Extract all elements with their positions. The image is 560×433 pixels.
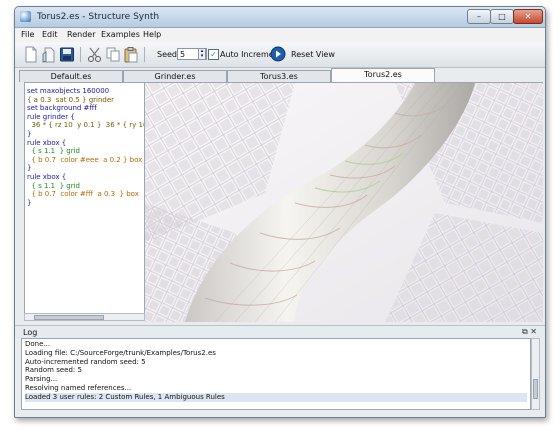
log-line: Random seed: 5 [25, 366, 82, 375]
code-line: set background #fff [27, 104, 97, 113]
new-file-icon[interactable] [23, 46, 39, 63]
menu-examples[interactable]: Examples [101, 30, 140, 39]
menu-edit[interactable]: Edit [42, 30, 58, 39]
close-button[interactable]: ✕ [513, 9, 543, 24]
file-tabs: Default.es Grinder.es Torus3.es Torus2.e… [19, 68, 543, 82]
code-line: { b 0.7 color #fff a 0.3 } box [27, 190, 139, 199]
menu-file[interactable]: File [21, 30, 34, 39]
app-window: Torus2.es - Structure Synth – □ ✕ File E… [14, 6, 546, 418]
copy-icon[interactable] [105, 46, 121, 63]
toolbar: Seed: 5 ▴ ▾ ✓ Auto Increment Reset View [15, 42, 545, 68]
log-vertical-scrollbar[interactable] [531, 338, 540, 410]
log-line: Loading file: C:/SourceForge/trunk/Examp… [25, 348, 216, 357]
editor-horizontal-scrollbar[interactable] [24, 313, 145, 321]
menu-bar: File Edit Render Examples Help [15, 28, 545, 42]
log-panel-controls[interactable]: ⧉ ✕ [522, 327, 537, 337]
tab-default[interactable]: Default.es [19, 70, 123, 82]
log-line: Auto-incremented random seed: 5 [25, 357, 146, 366]
app-icon [20, 11, 31, 22]
tab-torus3[interactable]: Torus3.es [227, 70, 331, 82]
scrollbar-thumb[interactable] [533, 379, 538, 399]
log-line: Parsing... [25, 375, 58, 384]
tab-grinder[interactable]: Grinder.es [123, 70, 227, 82]
code-line: rule grinder { [27, 112, 75, 121]
cut-icon[interactable] [87, 46, 103, 63]
maximize-button[interactable]: □ [490, 9, 514, 24]
code-line: } [27, 198, 32, 207]
code-line: rule xbox { [27, 172, 67, 181]
code-line: { s 1.1 } grid [27, 181, 80, 190]
reset-view-icon[interactable] [270, 46, 286, 62]
code-line: { b 0.7 color #eee a 0.2 } box [27, 155, 143, 164]
minimize-button[interactable]: – [467, 9, 491, 24]
reset-view-button[interactable]: Reset View [291, 50, 335, 59]
code-line: { s 1.1 } grid [27, 147, 80, 156]
render-viewport[interactable] [145, 82, 543, 322]
rendered-torus-structure [145, 83, 543, 322]
code-line: } [27, 164, 32, 173]
log-output[interactable]: Done... Loading file: C:/SourceForge/tru… [21, 338, 531, 410]
code-line: 36 * { rz 10 y 0.1 } 36 * { ry 10 [27, 121, 145, 130]
menu-render[interactable]: Render [67, 30, 95, 39]
log-title: Log [23, 328, 38, 337]
toolbar-separator [80, 47, 81, 62]
toolbar-separator [144, 47, 145, 62]
log-line-selected: Loaded 3 user rules: 2 Custom Rules, 1 A… [25, 392, 527, 402]
code-line: set maxobjects 160000 [27, 87, 110, 95]
code-line: } [27, 129, 32, 138]
auto-increment-checkbox[interactable]: ✓ [208, 49, 219, 60]
title-bar[interactable]: Torus2.es - Structure Synth – □ ✕ [15, 7, 545, 28]
log-line: Done... [25, 340, 51, 348]
open-file-icon[interactable] [41, 46, 57, 63]
seed-spinner[interactable]: ▴ ▾ [198, 48, 206, 60]
code-line: rule xbox { [27, 138, 67, 147]
tab-torus2[interactable]: Torus2.es [331, 68, 435, 82]
log-panel-header: Log ⧉ ✕ [15, 325, 545, 338]
log-line: Resolving named references... [25, 383, 132, 392]
menu-help[interactable]: Help [143, 30, 161, 39]
paste-icon[interactable] [123, 46, 139, 63]
window-title: Torus2.es - Structure Synth [37, 12, 160, 22]
code-editor[interactable]: set maxobjects 160000{ a 0.3 sat 0.5 } g… [24, 82, 145, 321]
code-line: { a 0.3 sat 0.5 } grinder [27, 95, 115, 104]
save-icon[interactable] [59, 46, 75, 63]
scrollbar-thumb[interactable] [34, 315, 104, 320]
